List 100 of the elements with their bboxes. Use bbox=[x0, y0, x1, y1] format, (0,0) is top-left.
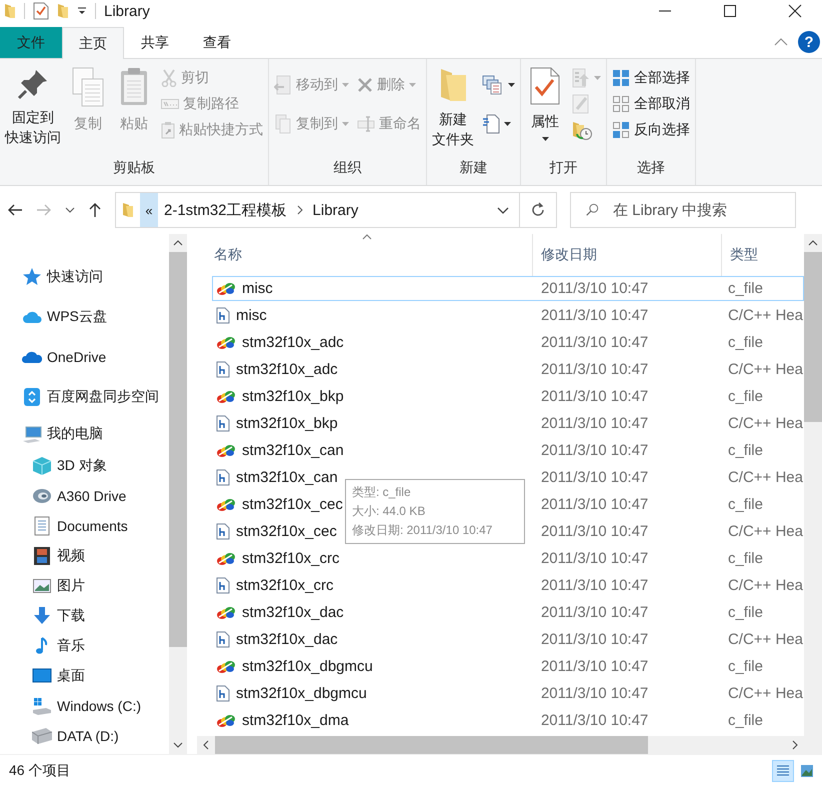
file-name[interactable]: stm32f10x_bkp bbox=[236, 415, 338, 432]
computer-icon bbox=[22, 424, 42, 444]
file-name[interactable]: stm32f10x_dbgmcu bbox=[236, 685, 367, 702]
nav-item[interactable]: Windows (C:) bbox=[0, 691, 169, 721]
file-name[interactable]: stm32f10x_bkp bbox=[242, 388, 344, 405]
file-date: 2011/3/10 10:47 bbox=[540, 550, 650, 567]
star-icon bbox=[22, 267, 42, 287]
ribbon-button[interactable]: 属性 bbox=[523, 63, 567, 141]
ribbon-tab[interactable]: 主页 bbox=[62, 27, 124, 59]
file-name[interactable]: stm32f10x_dac bbox=[236, 631, 338, 648]
file-date: 2011/3/10 10:47 bbox=[540, 658, 650, 675]
file-name[interactable]: stm32f10x_dma bbox=[242, 712, 349, 729]
c-file-icon bbox=[216, 550, 236, 566]
tooltip-line: 大小: 44.0 KB bbox=[352, 503, 426, 520]
ribbon-button[interactable]: 反向选择 bbox=[609, 117, 693, 143]
chevron-icon[interactable] bbox=[296, 205, 303, 215]
list-arrow-icon bbox=[572, 68, 590, 88]
nav-item[interactable]: 3D 对象 bbox=[0, 451, 169, 481]
scroll-thumb[interactable] bbox=[804, 252, 822, 422]
ribbon-tab[interactable]: 共享 bbox=[124, 27, 186, 58]
maximize-icon[interactable] bbox=[723, 4, 737, 18]
customize-caret-icon[interactable] bbox=[77, 7, 87, 15]
nav-item[interactable]: 我的电脑 bbox=[0, 417, 169, 451]
scroll-left-icon[interactable] bbox=[202, 740, 209, 750]
ribbon-tab[interactable]: 查看 bbox=[186, 27, 248, 58]
file-name[interactable]: stm32f10x_adc bbox=[236, 361, 338, 378]
file-name[interactable]: stm32f10x_can bbox=[242, 442, 344, 459]
scroll-up-icon[interactable] bbox=[172, 240, 183, 246]
tooltip-line: 修改日期: 2011/3/10 10:47 bbox=[352, 522, 494, 539]
file-name[interactable]: stm32f10x_crc bbox=[242, 550, 340, 567]
nav-item[interactable]: 图片 bbox=[0, 571, 169, 601]
nav-item[interactable]: Documents bbox=[0, 511, 169, 541]
nav-item[interactable]: WPS云盘 bbox=[0, 297, 169, 337]
invert-selection-icon bbox=[612, 121, 630, 139]
nav-item[interactable]: DATA (D:) bbox=[0, 721, 169, 751]
file-name[interactable]: misc bbox=[236, 307, 267, 324]
nav-item[interactable]: OneDrive bbox=[0, 337, 169, 377]
breadcrumb[interactable]: Library bbox=[306, 202, 364, 218]
group-label: 新建 bbox=[458, 159, 488, 177]
back-icon[interactable] bbox=[7, 203, 23, 217]
column-header[interactable]: 名称 bbox=[212, 234, 533, 276]
file-date: 2011/3/10 10:47 bbox=[540, 388, 650, 405]
close-icon[interactable] bbox=[788, 4, 802, 18]
details-view-button[interactable] bbox=[772, 760, 794, 782]
dropdown-icon[interactable] bbox=[497, 206, 509, 214]
drive-icon bbox=[32, 696, 52, 716]
scroll-thumb[interactable] bbox=[168, 252, 187, 647]
ribbon-tab[interactable]: 文件 bbox=[0, 27, 62, 58]
search-field[interactable]: 在 Library 中搜索 bbox=[611, 200, 795, 220]
scroll-up-icon[interactable] bbox=[808, 240, 818, 246]
nav-item[interactable]: 快速访问 bbox=[0, 257, 169, 297]
overflow-chevron[interactable]: « bbox=[140, 193, 158, 227]
ribbon-button[interactable]: 固定到 快速访问 bbox=[2, 63, 64, 147]
nav-item[interactable]: A360 Drive bbox=[0, 481, 169, 511]
nav-item[interactable]: 视频 bbox=[0, 541, 169, 571]
select-none-icon bbox=[612, 95, 630, 113]
file-name[interactable]: misc bbox=[242, 280, 273, 297]
nav-item[interactable]: 下载 bbox=[0, 601, 169, 631]
search-box[interactable]: 在 Library 中搜索 bbox=[570, 192, 796, 228]
scroll-thumb[interactable] bbox=[214, 736, 648, 754]
file-name[interactable]: stm32f10x_can bbox=[236, 469, 338, 486]
up-icon[interactable] bbox=[88, 202, 102, 218]
scroll-down-icon[interactable] bbox=[172, 742, 183, 748]
scrollbar[interactable] bbox=[804, 234, 822, 754]
ribbon-button[interactable]: 全部选择 bbox=[609, 65, 693, 91]
file-name[interactable]: stm32f10x_cec bbox=[242, 496, 343, 513]
file-type: C/C++ Hea bbox=[726, 577, 803, 594]
c-file-icon bbox=[216, 388, 236, 404]
shortcut-icon bbox=[161, 121, 175, 139]
file-type: c_file bbox=[726, 442, 764, 459]
scrollbar[interactable] bbox=[168, 234, 187, 754]
nav-item[interactable]: 音乐 bbox=[0, 631, 169, 661]
scrollbar[interactable] bbox=[196, 736, 804, 754]
selected-row[interactable]: misc 2011/3/10 10:47 c_file bbox=[212, 276, 804, 301]
scroll-right-icon[interactable] bbox=[792, 740, 798, 750]
file-name[interactable]: stm32f10x_dbgmcu bbox=[242, 658, 373, 675]
file-name[interactable]: stm32f10x_cec bbox=[236, 523, 337, 540]
c-file-icon bbox=[216, 442, 236, 458]
nav-item[interactable]: 桌面 bbox=[0, 661, 169, 691]
c-file-icon bbox=[216, 712, 236, 728]
header-file-icon bbox=[216, 577, 230, 594]
column-header[interactable]: 修改日期 bbox=[532, 234, 722, 276]
address-bar[interactable]: « 2-1stm32工程模板 Library bbox=[115, 192, 557, 228]
file-name[interactable]: stm32f10x_crc bbox=[236, 577, 334, 594]
file-name[interactable]: stm32f10x_adc bbox=[242, 334, 344, 351]
folder-icon bbox=[4, 3, 16, 19]
nav-item[interactable]: 百度网盘同步空间 bbox=[0, 377, 169, 417]
properties-icon[interactable] bbox=[33, 2, 49, 20]
file-name[interactable]: stm32f10x_dac bbox=[242, 604, 344, 621]
breadcrumb[interactable]: 2-1stm32工程模板 bbox=[158, 200, 293, 220]
item-count: 46 个项目 bbox=[9, 762, 70, 780]
ribbon-button[interactable]: 新建 文件夹 bbox=[429, 63, 477, 149]
column-header[interactable]: 类型 bbox=[722, 234, 804, 276]
header-file-icon bbox=[216, 685, 230, 702]
collapse-ribbon-icon[interactable] bbox=[774, 37, 788, 47]
file-date: 2011/3/10 10:47 bbox=[540, 334, 650, 351]
ribbon-button[interactable]: 全部取消 bbox=[609, 91, 693, 117]
help-button[interactable]: ? bbox=[798, 31, 820, 53]
recent-caret-icon[interactable] bbox=[65, 207, 75, 213]
group-label: 组织 bbox=[332, 159, 362, 177]
